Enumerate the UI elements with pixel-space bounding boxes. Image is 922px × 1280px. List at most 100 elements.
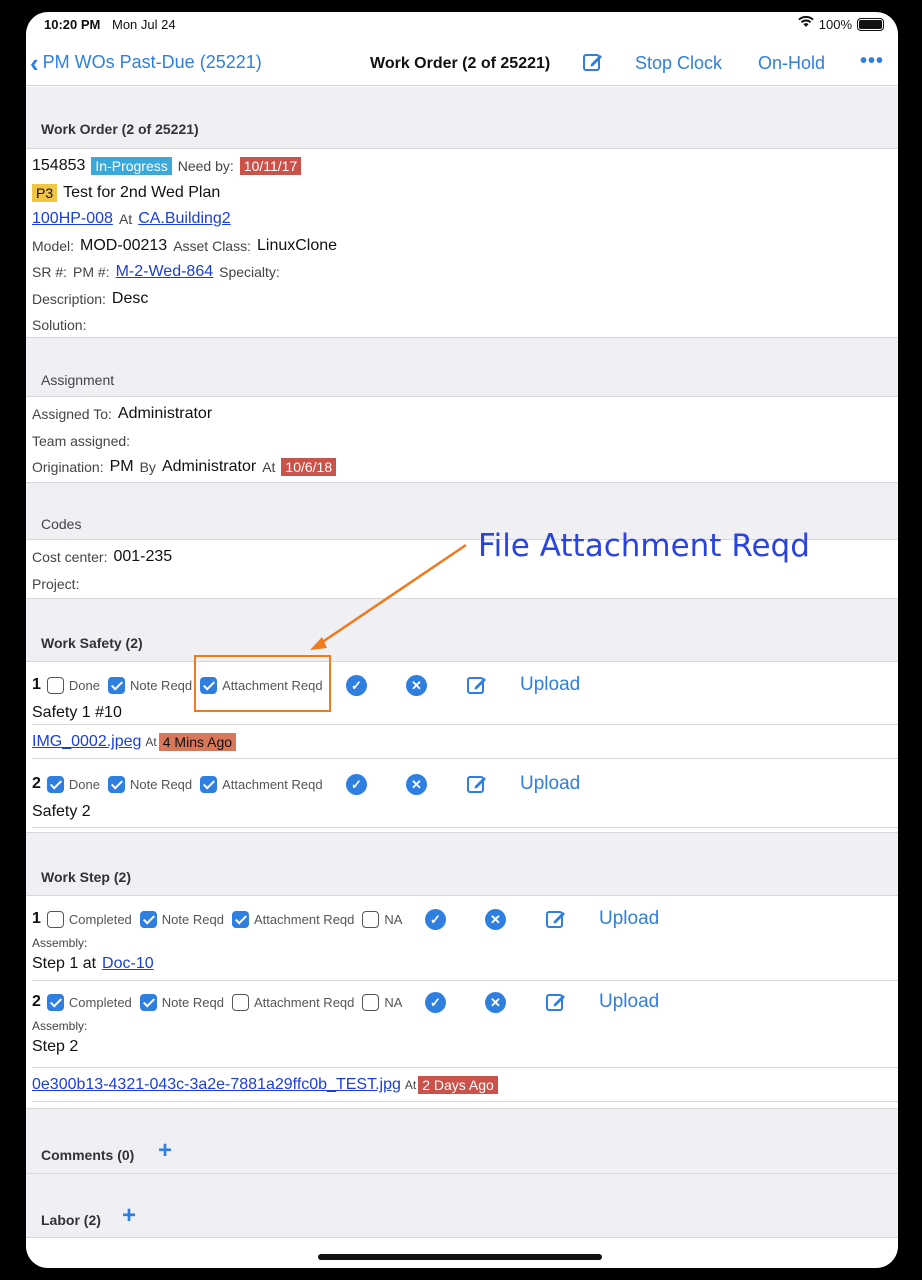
doc-link[interactable]: Doc-10 (102, 955, 154, 973)
edit-icon (583, 54, 602, 71)
cancel-x-icon[interactable]: ✕ (406, 774, 427, 795)
attachment-reqd-checkbox[interactable]: Attachment Reqd (231, 993, 354, 1011)
status-badge: In-Progress (91, 157, 172, 176)
section-header-work-step: Work Step (2) (26, 832, 898, 896)
work-order-title: Test for 2nd Wed Plan (63, 183, 221, 201)
assignment-info: Assigned To: Administrator Team assigned… (26, 397, 898, 482)
safety-name: Safety 2 (32, 803, 91, 821)
at-label: At (118, 211, 133, 228)
na-checkbox[interactable]: NA (362, 993, 402, 1011)
cost-center-value: 001-235 (113, 548, 173, 566)
sr-label: SR #: (32, 264, 68, 281)
safety-1-attachment: IMG_0002.jpeg At 4 Mins Ago (26, 725, 898, 758)
note-reqd-checkbox[interactable]: Note Reqd (107, 775, 192, 793)
section-title: Work Safety (2) (41, 635, 143, 651)
on-hold-button[interactable]: On-Hold (758, 53, 825, 74)
by-label: By (139, 459, 156, 476)
safety-item-2: 2 Done Note Reqd Attachment Reqd ✓ ✕ Upl… (26, 759, 898, 827)
pm-label: PM #: (73, 264, 110, 281)
item-number: 2 (32, 775, 41, 792)
add-labor-plus-icon[interactable]: + (122, 1202, 136, 1230)
back-button[interactable]: ‹ PM WOs Past-Due (25221) (30, 50, 262, 76)
stop-clock-button[interactable]: Stop Clock (635, 53, 722, 74)
edit-icon[interactable] (545, 908, 567, 935)
edit-icon[interactable] (466, 674, 488, 701)
team-assigned-label: Team assigned: (32, 432, 131, 449)
na-checkbox[interactable]: NA (362, 910, 402, 928)
pm-link[interactable]: M-2-Wed-864 (116, 263, 214, 281)
work-step-1: 1 Completed Note Reqd Attachment Reqd NA… (26, 896, 898, 980)
attachment-reqd-checkbox[interactable]: Attachment Reqd (231, 910, 354, 928)
annotation-text: File Attachment Reqd (478, 528, 810, 564)
done-checkbox[interactable]: Done (46, 676, 100, 694)
upload-button[interactable]: Upload (599, 908, 659, 930)
cancel-x-icon[interactable]: ✕ (485, 992, 506, 1013)
asset-link[interactable]: 100HP-008 (32, 210, 113, 228)
edit-icon[interactable] (466, 773, 488, 800)
complete-check-icon[interactable]: ✓ (346, 675, 367, 696)
status-date: Mon Jul 24 (112, 17, 176, 32)
origination-label: Origination: (32, 459, 104, 476)
complete-check-icon[interactable]: ✓ (425, 992, 446, 1013)
item-number: 2 (32, 993, 41, 1010)
at-label: At (262, 459, 276, 476)
section-header-assignment: Assignment (26, 337, 898, 397)
page-title: Work Order (2 of 25221) (370, 55, 551, 72)
assigned-to-value: Administrator (117, 405, 213, 423)
cancel-x-icon[interactable]: ✕ (406, 675, 427, 696)
uploaded-time-badge: 2 Days Ago (418, 1076, 498, 1095)
back-button-label: PM WOs Past-Due (25221) (42, 52, 262, 72)
cancel-x-icon[interactable]: ✕ (485, 909, 506, 930)
model-value: MOD-00213 (80, 236, 168, 254)
add-comment-plus-icon[interactable]: + (158, 1137, 172, 1165)
note-reqd-checkbox[interactable]: Note Reqd (107, 676, 192, 694)
home-indicator[interactable] (318, 1254, 602, 1260)
done-checkbox[interactable]: Done (46, 775, 100, 793)
edit-button[interactable] (582, 51, 604, 78)
section-title: Assignment (41, 372, 115, 388)
note-reqd-checkbox[interactable]: Note Reqd (139, 993, 224, 1011)
wifi-icon (798, 15, 814, 32)
at-label: At (145, 735, 157, 750)
complete-check-icon[interactable]: ✓ (346, 774, 367, 795)
by-value: Administrator (161, 458, 257, 476)
battery-percent: 100% (818, 17, 852, 32)
attachment-link[interactable]: IMG_0002.jpeg (32, 733, 141, 751)
attachment-link[interactable]: 0e300b13-4321-043c-3a2e-7881a29ffc0b_TES… (32, 1076, 401, 1094)
step-text: Step 2 (32, 1038, 79, 1055)
item-number: 1 (32, 910, 41, 927)
safety-item-1: 1 Done Note Reqd Attachment Reqd ✓ ✕ Upl… (26, 662, 898, 724)
safety-name: Safety 1 #10 (32, 704, 122, 722)
status-bar: 10:20 PM Mon Jul 24 100% (26, 12, 898, 38)
section-title: Work Order (2 of 25221) (41, 121, 199, 137)
more-menu-button[interactable]: ••• (860, 50, 884, 73)
upload-button[interactable]: Upload (599, 991, 659, 1013)
location-link[interactable]: CA.Building2 (138, 210, 231, 228)
upload-button[interactable]: Upload (520, 674, 580, 696)
model-label: Model: (32, 237, 75, 254)
completed-checkbox[interactable]: Completed (46, 993, 132, 1011)
navigation-bar: ‹ PM WOs Past-Due (25221) Work Order (2 … (26, 40, 898, 86)
assigned-to-label: Assigned To: (32, 406, 112, 423)
description-label: Description: (32, 290, 106, 307)
note-reqd-checkbox[interactable]: Note Reqd (139, 910, 224, 928)
origination-date-badge: 10/6/18 (281, 458, 337, 477)
completed-checkbox[interactable]: Completed (46, 910, 132, 928)
need-by-date-badge: 10/11/17 (239, 157, 302, 176)
status-time: 10:20 PM (44, 17, 101, 32)
uploaded-time-badge: 4 Mins Ago (158, 733, 237, 752)
section-header-labor: Labor (2) + (26, 1174, 898, 1238)
section-title: Comments (0) (41, 1147, 135, 1163)
section-header-work-order: Work Order (2 of 25221) (26, 87, 898, 149)
assembly-label: Assembly: (32, 936, 88, 950)
complete-check-icon[interactable]: ✓ (425, 909, 446, 930)
cost-center-label: Cost center: (32, 549, 108, 566)
priority-badge: P3 (32, 183, 58, 202)
edit-icon[interactable] (545, 991, 567, 1018)
description-value: Desc (111, 289, 149, 307)
section-title: Work Step (2) (41, 869, 131, 885)
upload-button[interactable]: Upload (520, 773, 580, 795)
ipad-screen: 10:20 PM Mon Jul 24 100% ‹ PM WOs Past-D… (26, 12, 898, 1268)
attachment-reqd-checkbox[interactable]: Attachment Reqd (200, 775, 323, 793)
step-text: Step 1 at (32, 955, 97, 972)
